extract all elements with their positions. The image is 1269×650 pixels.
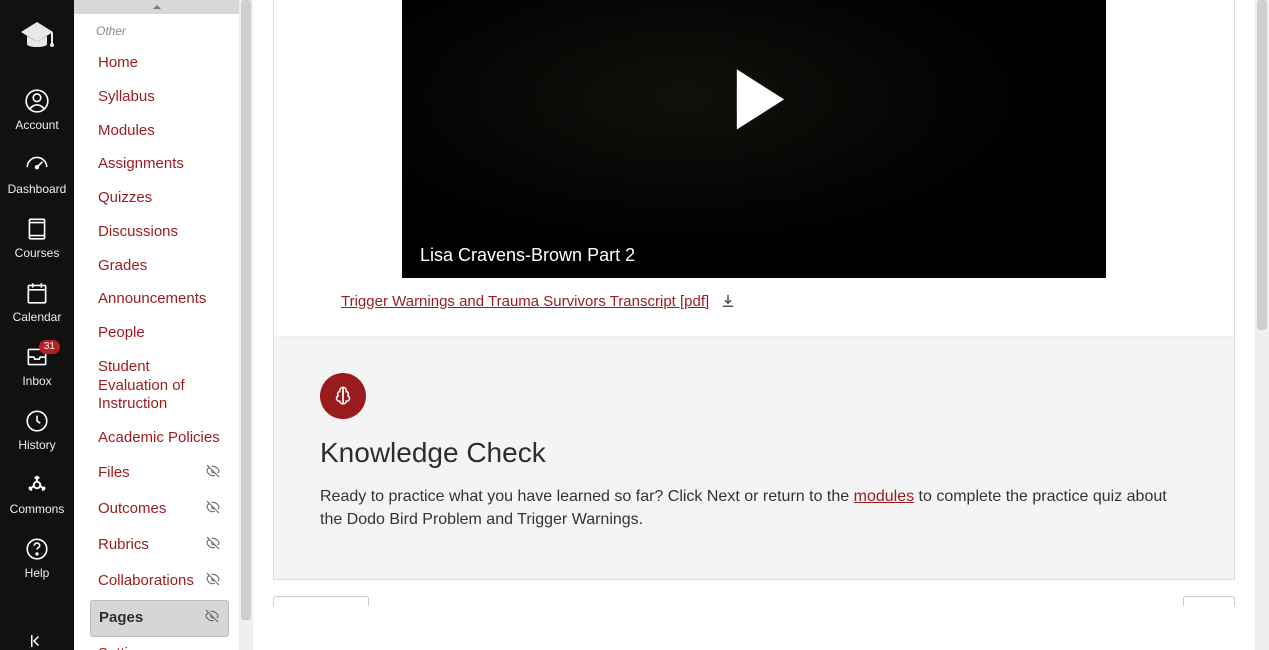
next-button[interactable] [1183,596,1235,606]
hidden-icon [205,463,221,484]
course-nav-item-label: Academic Policies [98,429,220,448]
course-nav-item-label: Pages [99,609,143,628]
course-nav-item-label: Modules [98,122,155,141]
nav-label: Help [25,566,50,580]
global-nav: Account Dashboard Courses Calendar 31 [0,0,74,650]
nav-label: Courses [15,246,60,260]
transcript-link[interactable]: Trigger Warnings and Trauma Survivors Tr… [341,293,709,310]
course-nav-item[interactable]: Discussions [90,216,229,249]
page-content: Lisa Cravens-Brown Part 2 Trigger Warnin… [253,0,1255,650]
knowledge-check-section: Knowledge Check Ready to practice what y… [274,336,1234,579]
course-nav-item-label: Settings [98,645,152,650]
video-title: Lisa Cravens-Brown Part 2 [420,245,635,266]
share-icon [24,472,50,498]
course-nav: Other Home Syllabus Modules Assignments Quiz… [74,0,239,650]
nav-label: Inbox [22,374,51,388]
course-nav-item-label: Syllabus [98,88,155,107]
course-nav-item[interactable]: Outcomes [90,492,229,527]
kc-text-before: Ready to practice what you have learned … [320,488,854,505]
knowledge-check-heading: Knowledge Check [320,437,1188,469]
knowledge-check-text: Ready to practice what you have learned … [320,485,1188,531]
hidden-icon [205,499,221,520]
course-nav-item[interactable]: Quizzes [90,182,229,215]
course-nav-item-label: Collaborations [98,572,194,591]
nav-history[interactable]: History [0,400,74,464]
nav-courses[interactable]: Courses [0,208,74,272]
course-nav-item-label: Grades [98,257,147,276]
course-nav-scroll-up[interactable] [74,0,239,14]
nav-dashboard[interactable]: Dashboard [0,144,74,208]
page-scrollbar[interactable] [1255,0,1269,650]
nav-help[interactable]: Help [0,528,74,592]
hidden-icon [205,571,221,592]
course-nav-item[interactable]: Student Evaluation of Instruction [90,351,229,421]
collapse-rail-button[interactable] [0,632,74,650]
course-nav-item-label: Student Evaluation of Instruction [98,358,221,414]
nav-label: Calendar [13,310,62,324]
gauge-icon [24,152,50,178]
nav-commons[interactable]: Commons [0,464,74,528]
course-nav-item-label: Quizzes [98,189,152,208]
nav-label: Dashboard [8,182,67,196]
course-nav-item[interactable]: Announcements [90,283,229,316]
course-nav-item-label: Files [98,464,130,483]
play-icon [711,57,797,148]
course-nav-item[interactable]: People [90,317,229,350]
page-card: Lisa Cravens-Brown Part 2 Trigger Warnin… [273,0,1235,580]
course-nav-item[interactable]: Rubrics [90,528,229,563]
hidden-icon [205,535,221,556]
course-nav-item[interactable]: Assignments [90,148,229,181]
hidden-icon [204,608,220,629]
course-nav-item-label: Announcements [98,290,206,309]
course-nav-item[interactable]: Collaborations [90,564,229,599]
video-player[interactable]: Lisa Cravens-Brown Part 2 [402,0,1106,278]
nav-label: Commons [10,502,65,516]
course-nav-scrollbar[interactable] [239,0,253,650]
course-nav-item-label: Assignments [98,155,184,174]
nav-label: Account [15,118,58,132]
course-nav-item[interactable]: Settings [90,638,229,650]
nav-inbox[interactable]: 31 Inbox [0,336,74,400]
course-nav-item-label: People [98,324,145,343]
course-nav-item[interactable]: Pages [90,600,229,637]
transcript-row: Trigger Warnings and Trauma Survivors Tr… [274,278,1234,336]
course-nav-item[interactable]: Home [90,47,229,80]
course-nav-item[interactable]: Grades [90,250,229,283]
clock-icon [24,408,50,434]
nav-label: History [18,438,55,452]
inbox-badge: 31 [39,340,60,354]
course-nav-item-label: Outcomes [98,500,166,519]
course-nav-item-label: Discussions [98,223,178,242]
modules-link[interactable]: modules [854,488,914,505]
nav-calendar[interactable]: Calendar [0,272,74,336]
module-nav-footer [273,596,1235,606]
course-nav-heading: Other [90,20,229,46]
brain-icon [320,373,366,419]
calendar-icon [24,280,50,306]
help-icon [24,536,50,562]
institution-logo [17,18,57,58]
course-nav-item[interactable]: Files [90,456,229,491]
previous-button[interactable] [273,596,369,606]
user-circle-icon [24,88,50,114]
course-nav-item[interactable]: Syllabus [90,81,229,114]
course-nav-item-label: Rubrics [98,536,149,555]
course-nav-item[interactable]: Academic Policies [90,422,229,455]
nav-account[interactable]: Account [0,80,74,144]
course-nav-item[interactable]: Modules [90,115,229,148]
download-icon[interactable] [719,292,737,310]
course-nav-item-label: Home [98,54,138,73]
book-icon [24,216,50,242]
